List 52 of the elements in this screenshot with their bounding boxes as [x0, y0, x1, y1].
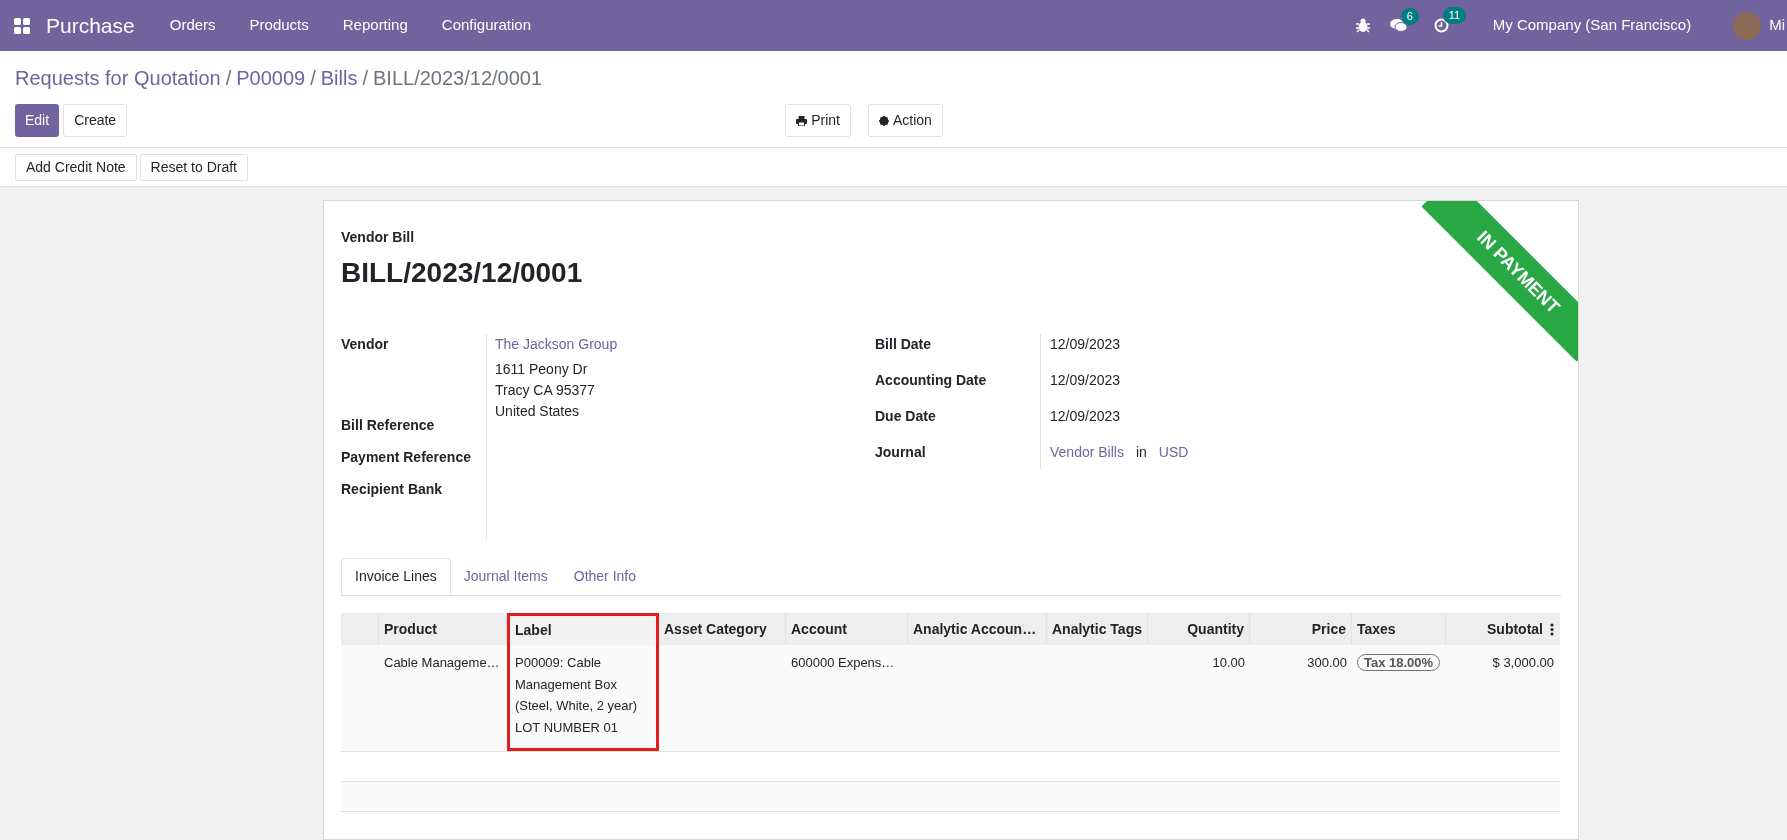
- field-label: Payment Reference: [341, 449, 472, 467]
- table-cell-text: Cable Manageme…: [383, 654, 501, 672]
- table-cell-text: 600000 Expens…: [790, 654, 896, 672]
- field-value: 12/09/2023: [1050, 371, 1122, 390]
- breadcrumb-separator: /: [225, 66, 232, 91]
- menu-item[interactable]: Reporting: [325, 14, 425, 37]
- vendor-address-line: Tracy CA 95377: [495, 381, 596, 400]
- vendor-address-line: United States: [495, 402, 581, 421]
- tab[interactable]: Other Info: [560, 558, 650, 595]
- connector-text: in: [1135, 443, 1147, 462]
- breadcrumb-link[interactable]: Bills: [320, 63, 358, 93]
- breadcrumb-link[interactable]: P00009: [236, 63, 306, 93]
- table-cell-text: 300.00: [1306, 654, 1348, 672]
- table-cell-text: $ 3,000.00: [1491, 654, 1555, 672]
- column-header[interactable]: Label: [507, 613, 659, 645]
- status-action-button[interactable]: Reset to Draft: [139, 153, 248, 181]
- breadcrumb-separator: /: [310, 66, 316, 91]
- currency-link[interactable]: USD: [1158, 442, 1189, 463]
- field-label: Vendor: [341, 335, 390, 354]
- create-button[interactable]: Create: [63, 104, 128, 137]
- vendor-link[interactable]: The Jackson Group: [495, 334, 618, 355]
- vendor-address-line: 1611 Peony Dr: [495, 360, 589, 379]
- message-count-badge: 6: [1400, 8, 1419, 25]
- field-label: Journal: [875, 443, 927, 462]
- record-type-label: Vendor Bill: [341, 228, 415, 247]
- record-title: BILL/2023/12/0001: [341, 256, 583, 290]
- print-button[interactable]: Print: [785, 104, 851, 137]
- field-label: Bill Reference: [341, 417, 436, 435]
- table-cell-text: 10.00: [1211, 654, 1246, 672]
- company-switcher[interactable]: My Company (San Francisco): [1492, 14, 1692, 37]
- activity-count-badge: 11: [1442, 7, 1467, 24]
- edit-button[interactable]: Edit: [15, 104, 60, 137]
- field-label: Due Date: [875, 407, 937, 426]
- menu-item[interactable]: Orders: [152, 14, 233, 37]
- tab[interactable]: Invoice Lines: [341, 558, 451, 595]
- field-value: 12/09/2023: [1050, 407, 1122, 426]
- tab[interactable]: Journal Items: [450, 558, 561, 595]
- field-label: Bill Date: [875, 335, 932, 354]
- status-action-button[interactable]: Add Credit Note: [15, 153, 137, 181]
- app-name[interactable]: Purchase: [46, 9, 135, 42]
- breadcrumb-current: BILL/2023/12/0001: [373, 66, 543, 91]
- menu-item[interactable]: Configuration: [424, 14, 549, 37]
- action-button[interactable]: Action: [867, 104, 943, 137]
- field-label: Accounting Date: [875, 371, 988, 390]
- field-value: 12/09/2023: [1050, 335, 1122, 354]
- journal-link[interactable]: Vendor Bills: [1050, 442, 1124, 463]
- column-header[interactable]: Subtotal: [1446, 613, 1559, 645]
- menu-item[interactable]: Products: [232, 14, 326, 37]
- field-label: Recipient Bank: [341, 481, 444, 499]
- breadcrumb-link[interactable]: Requests for Quotation: [15, 63, 221, 93]
- user-name[interactable]: Mi: [1769, 14, 1785, 37]
- breadcrumb-separator: /: [362, 66, 368, 91]
